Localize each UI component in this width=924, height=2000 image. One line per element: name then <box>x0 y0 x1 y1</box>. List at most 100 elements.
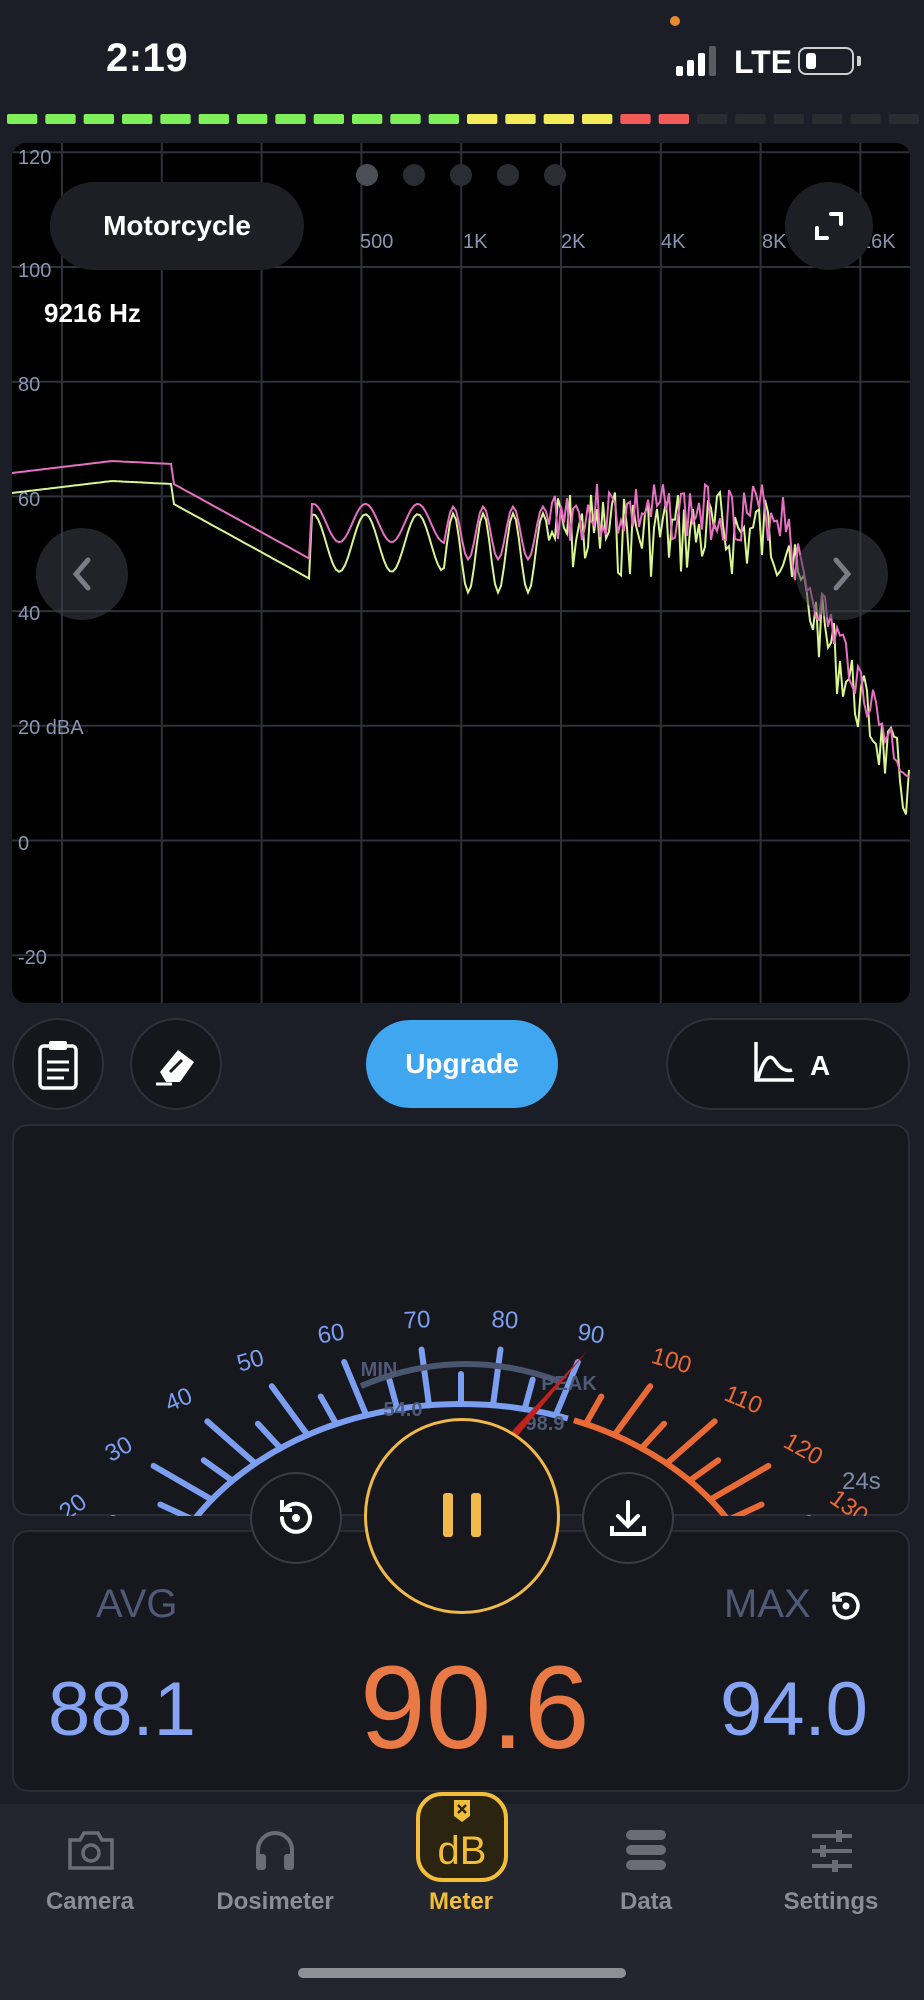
tab-data[interactable]: Data <box>566 1888 726 1916</box>
home-indicator <box>298 1968 626 1978</box>
min-value: 54.0 <box>384 1399 423 1421</box>
clipboard-icon <box>38 1041 78 1090</box>
gauge-tick <box>663 1418 718 1467</box>
headphones-icon[interactable] <box>252 1826 298 1874</box>
level-segment <box>83 114 114 124</box>
y-tick-label: 100 <box>18 260 52 282</box>
preset-selector[interactable]: Motorcycle <box>50 182 304 270</box>
level-segment <box>505 114 536 124</box>
x-tick-label: 2K <box>561 231 586 253</box>
fullscreen-button[interactable] <box>785 182 873 270</box>
level-segment <box>812 114 843 124</box>
sliders-icon[interactable] <box>810 1828 854 1874</box>
min-label: MIN <box>361 1359 398 1381</box>
gauge-scale-label: 80 <box>491 1306 519 1334</box>
level-segment <box>160 114 191 124</box>
level-segment <box>543 114 574 124</box>
camera-icon[interactable] <box>66 1828 116 1874</box>
pause-icon <box>443 1493 481 1537</box>
gauge-tick <box>638 1420 668 1452</box>
eraser-button[interactable] <box>130 1018 222 1110</box>
camera-indicator-dot <box>670 16 680 26</box>
x-tick-label: 500 <box>360 231 394 253</box>
gauge-scale-label: 120 <box>779 1428 827 1471</box>
gauge-tick <box>150 1462 215 1503</box>
spectrum-analyzer[interactable]: 120 100 80 60 40 20 dBA 0 -20 500 1K 2K … <box>12 143 910 1003</box>
elapsed-time: 24s <box>842 1468 881 1495</box>
gauge-tick <box>254 1420 284 1452</box>
next-view-button[interactable] <box>796 528 888 620</box>
reset-max-icon[interactable] <box>824 1584 868 1628</box>
upgrade-button[interactable]: Upgrade <box>366 1020 558 1108</box>
current-db-value: 90.6 <box>360 1642 590 1774</box>
gauge-tick <box>707 1462 772 1503</box>
gauge-tick <box>729 1501 765 1516</box>
gauge-scale-label: 60 <box>316 1318 347 1349</box>
tab-camera[interactable]: Camera <box>10 1888 170 1916</box>
battery-tip <box>857 56 861 66</box>
gauge-scale-label: 100 <box>648 1342 694 1379</box>
tab-settings[interactable]: Settings <box>751 1888 911 1916</box>
gauge-scale-label: 20 <box>54 1488 91 1516</box>
notes-button[interactable] <box>12 1018 104 1110</box>
frequency-readout: 9216 Hz <box>44 298 141 328</box>
gauge-tick <box>582 1393 605 1428</box>
download-icon <box>610 1500 646 1536</box>
reset-button[interactable] <box>250 1472 342 1564</box>
gauge-tick <box>200 1457 236 1484</box>
page-dot[interactable] <box>544 164 566 186</box>
y-tick-label: 80 <box>18 374 41 396</box>
y-tick-label: 60 <box>18 489 41 511</box>
level-segment <box>237 114 268 124</box>
page-dot[interactable] <box>497 164 519 186</box>
level-segment <box>275 114 306 124</box>
max-label: MAX <box>724 1582 811 1626</box>
battery-fill <box>806 53 816 69</box>
x-tick-label: 4K <box>661 231 686 253</box>
level-segment <box>582 114 613 124</box>
level-segment <box>620 114 651 124</box>
gauge-scale-label: 70 <box>403 1306 431 1334</box>
page-dot-active[interactable] <box>356 164 378 186</box>
level-segment <box>122 114 153 124</box>
y-tick-label: 120 <box>18 147 52 169</box>
level-segment <box>888 114 919 124</box>
gauge-tick <box>686 1457 722 1484</box>
save-button[interactable] <box>582 1472 674 1564</box>
gauge-tick <box>157 1501 193 1516</box>
pause-button[interactable] <box>364 1418 560 1614</box>
reset-icon <box>280 1500 312 1534</box>
weighting-value: A <box>810 1050 831 1081</box>
level-segment <box>658 114 689 124</box>
spectrum-plot <box>12 143 910 1003</box>
chevron-left-icon <box>72 557 91 591</box>
tab-meter[interactable]: Meter <box>381 1888 541 1916</box>
gauge-tick <box>204 1418 259 1467</box>
cellular-signal-icon <box>676 46 716 76</box>
page-dot[interactable] <box>403 164 425 186</box>
previous-view-button[interactable] <box>36 528 128 620</box>
page-dot[interactable] <box>450 164 472 186</box>
weighting-selector[interactable] <box>666 1018 910 1110</box>
avg-label: AVG <box>96 1582 178 1626</box>
tab-dosimeter[interactable]: Dosimeter <box>195 1888 355 1916</box>
eraser-icon <box>156 1050 194 1086</box>
gauge-scale-label: 50 <box>234 1344 267 1377</box>
y-tick-label: 0 <box>18 833 30 855</box>
gauge-scale-label: 30 <box>101 1431 137 1468</box>
expand-icon <box>815 212 843 240</box>
level-segment <box>428 114 459 124</box>
db-icon[interactable]: dB <box>414 1790 510 1884</box>
level-segment <box>45 114 76 124</box>
avg-value: 88.1 <box>48 1667 196 1752</box>
level-segment <box>773 114 804 124</box>
status-time: 2:19 <box>106 36 189 80</box>
gauge-tick <box>268 1383 311 1439</box>
curve-icon <box>754 1042 794 1082</box>
level-segment <box>198 114 229 124</box>
x-tick-label: 1K <box>463 231 488 253</box>
database-icon[interactable] <box>624 1828 668 1874</box>
level-segment <box>735 114 766 124</box>
level-segment <box>352 114 383 124</box>
level-segment <box>313 114 344 124</box>
